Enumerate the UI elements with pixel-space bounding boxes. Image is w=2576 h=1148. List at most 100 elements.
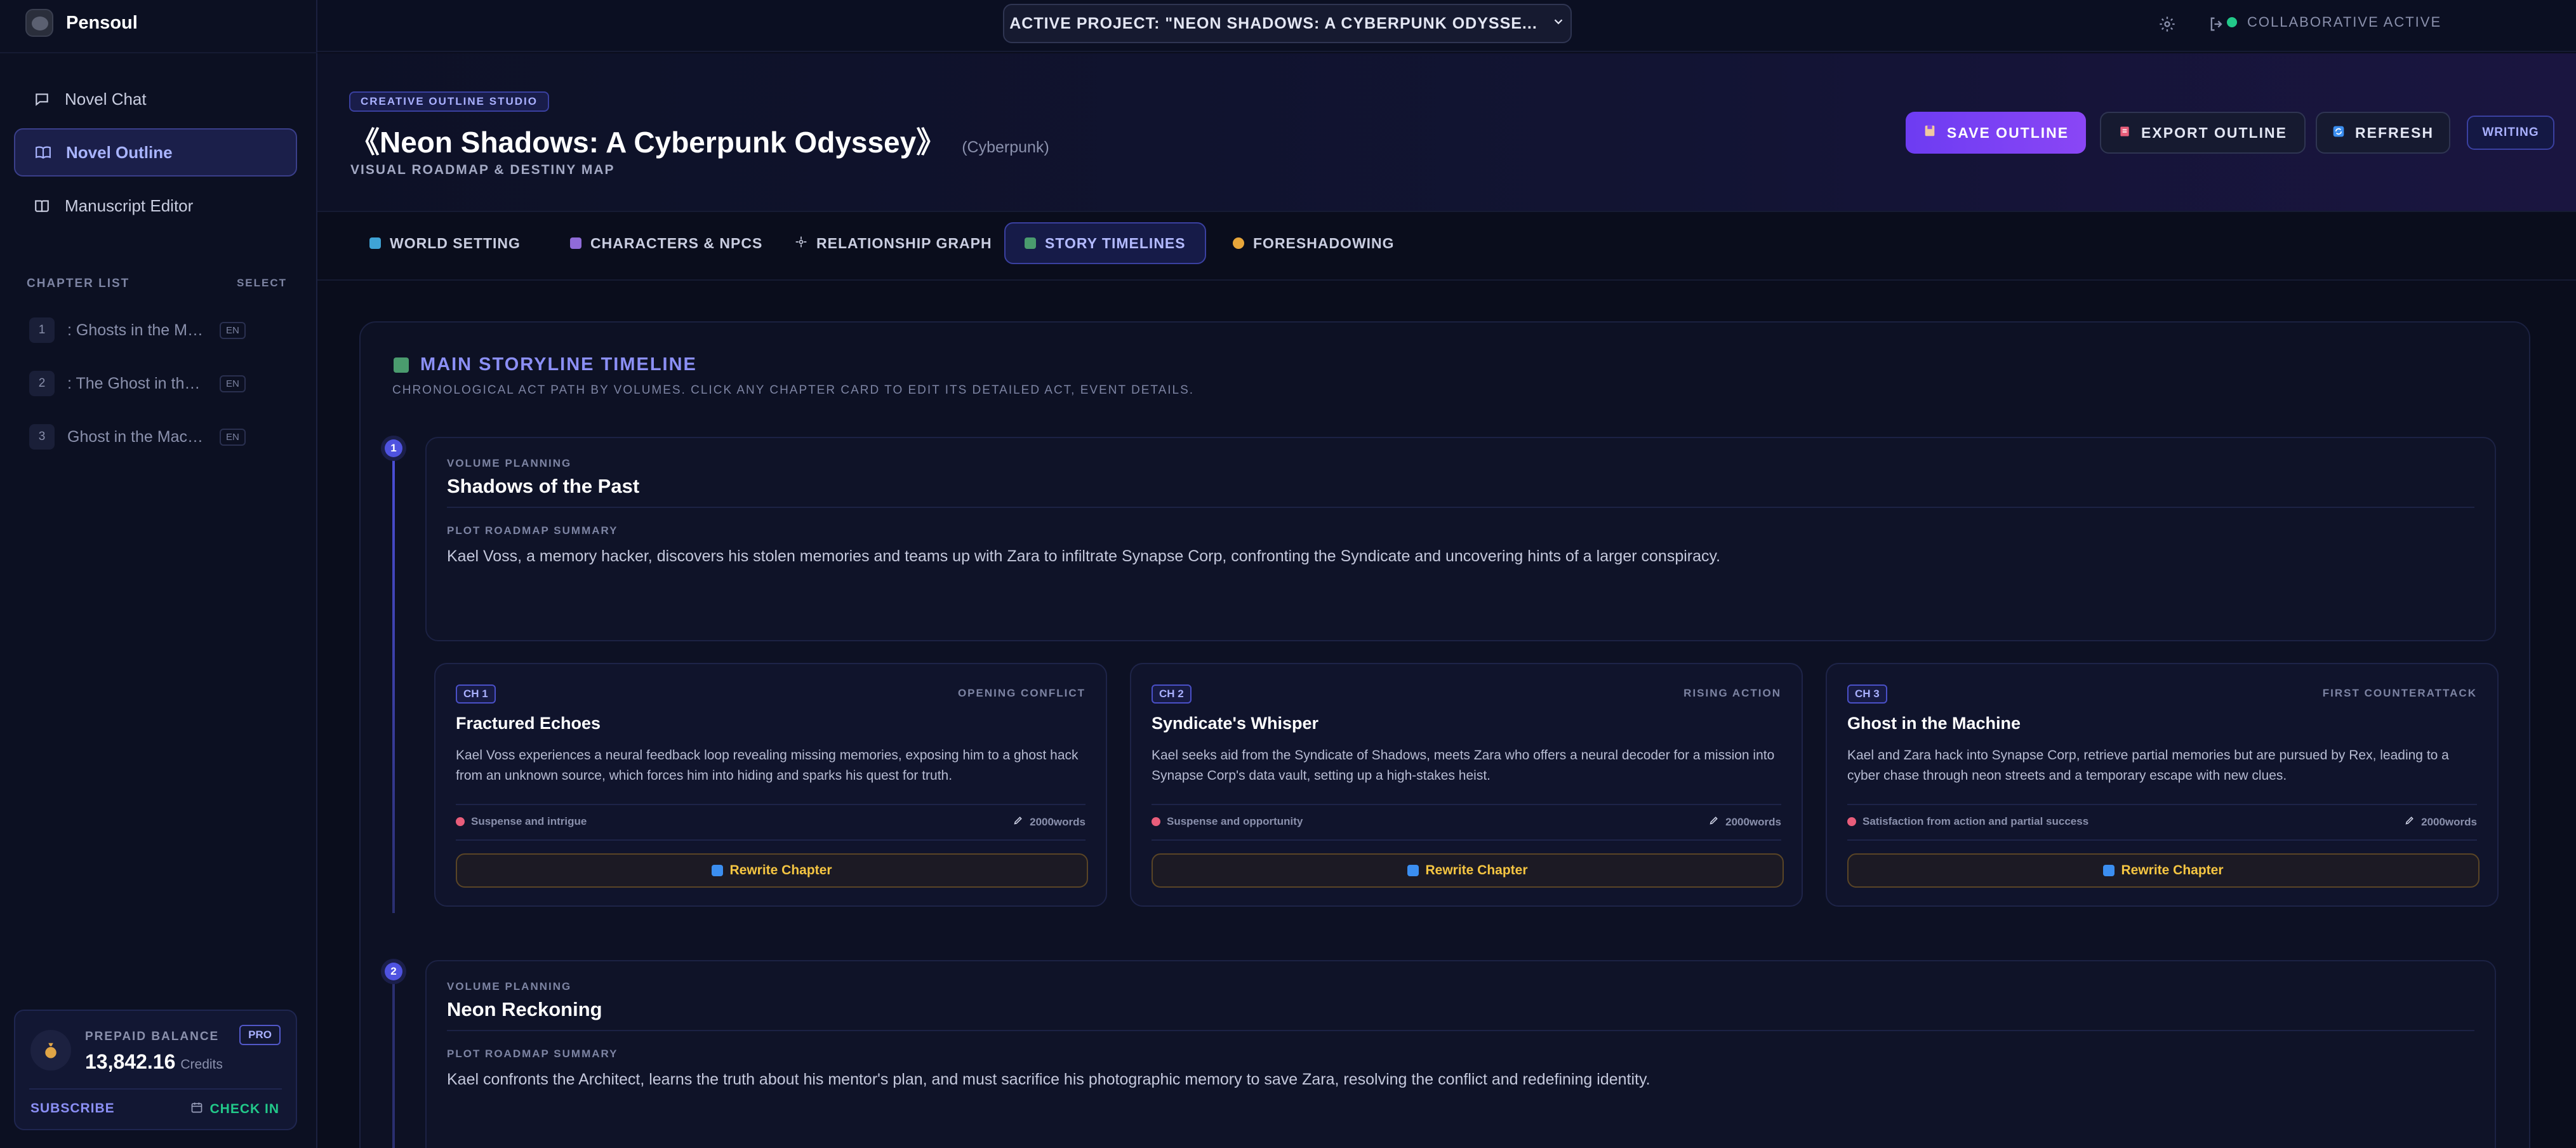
- sidebar: Pensoul Novel Chat Novel Outline Manuscr…: [0, 0, 317, 1148]
- nav-manuscript-editor[interactable]: Manuscript Editor: [14, 182, 297, 230]
- timeline-rail: [392, 450, 395, 913]
- chapter-number: 2: [29, 371, 55, 396]
- export-outline-button[interactable]: EXPORT OUTLINE: [2100, 112, 2306, 154]
- chapter-list-title: CHAPTER LIST: [27, 277, 130, 290]
- summary-label: PLOT ROADMAP SUMMARY: [447, 1048, 618, 1060]
- chapter-card[interactable]: CH 2 RISING ACTION Syndicate's Whisper K…: [1130, 663, 1803, 907]
- chapter-card[interactable]: CH 1 OPENING CONFLICT Fractured Echoes K…: [434, 663, 1107, 907]
- nav-label: Novel Chat: [65, 89, 147, 109]
- tab-label: WORLD SETTING: [390, 234, 521, 251]
- refresh-icon: [2332, 124, 2345, 142]
- balance-unit: Credits: [180, 1057, 223, 1072]
- volume-marker: 1: [385, 439, 402, 457]
- chapter-list-item[interactable]: 2 : The Ghost in the Syndicate EN: [29, 370, 246, 397]
- chapter-stage: RISING ACTION: [1683, 687, 1781, 699]
- nav-novel-chat[interactable]: Novel Chat: [14, 75, 297, 123]
- chapter-stage: OPENING CONFLICT: [957, 687, 1086, 699]
- refresh-label: REFRESH: [2355, 124, 2434, 141]
- collaboration-label: COLLABORATIVE ACTIVE: [2247, 14, 2442, 30]
- chapter-title: Fractured Echoes: [456, 714, 601, 733]
- studio-badge: CREATIVE OUTLINE STUDIO: [349, 91, 549, 112]
- export-icon: [2118, 124, 2131, 142]
- volume-card[interactable]: VOLUME PLANNING Shadows of the Past PLOT…: [425, 437, 2496, 641]
- tab-characters-npcs[interactable]: CHARACTERS & NPCS: [551, 222, 781, 264]
- volume-marker: 2: [385, 963, 402, 980]
- chapter-emotion: Suspense and intrigue: [456, 815, 587, 828]
- world-map-icon: [369, 237, 381, 249]
- logo-icon: [25, 9, 53, 37]
- refresh-button[interactable]: REFRESH: [2316, 112, 2450, 154]
- pencil-icon: [1709, 815, 1719, 829]
- chapter-emotion: Satisfaction from action and partial suc…: [1847, 815, 2088, 828]
- volume-title: Neon Reckoning: [447, 998, 602, 1020]
- chapter-badge: CH 3: [1847, 684, 1887, 704]
- chapter-list-item[interactable]: 3 Ghost in the Machine EN: [29, 423, 246, 451]
- chapter-title: Ghost in the Machine: [1847, 714, 2021, 733]
- divider: [1847, 804, 2477, 805]
- timeline-panel: MAIN STORYLINE TIMELINE CHRONOLOGICAL AC…: [359, 321, 2530, 1148]
- collaboration-status: COLLABORATIVE ACTIVE: [2227, 14, 2441, 30]
- chapter-description: Kael seeks aid from the Syndicate of Sha…: [1152, 748, 1775, 783]
- chapter-word-count: 2000words: [1709, 815, 1781, 829]
- word-count-label: 2000words: [1030, 815, 1086, 828]
- chapter-title: Ghost in the Machine: [67, 427, 207, 446]
- volume-card[interactable]: VOLUME PLANNING Neon Reckoning PLOT ROAD…: [425, 960, 2496, 1148]
- chapter-badge: CH 1: [456, 684, 496, 704]
- check-in-label: CHECK IN: [209, 1102, 279, 1116]
- rewrite-label: Rewrite Chapter: [1425, 863, 1528, 878]
- book-icon: [33, 197, 51, 215]
- volume-label: VOLUME PLANNING: [447, 457, 572, 469]
- chapter-list-item[interactable]: 1 : Ghosts in the Memory Banks EN: [29, 316, 246, 344]
- active-project-selector[interactable]: ACTIVE PROJECT: "NEON SHADOWS: A CYBERPU…: [1003, 4, 1572, 43]
- divider: [456, 804, 1086, 805]
- active-project-label: ACTIVE PROJECT: "NEON SHADOWS: A CYBERPU…: [1009, 14, 1537, 32]
- pro-badge: PRO: [239, 1025, 281, 1045]
- writing-mode-button[interactable]: WRITING: [2467, 116, 2554, 150]
- rewrite-label: Rewrite Chapter: [729, 863, 832, 878]
- timeline-description: CHRONOLOGICAL ACT PATH BY VOLUMES. CLICK…: [392, 384, 1195, 397]
- genre-label: (Cyberpunk): [962, 138, 1049, 156]
- save-outline-label: SAVE OUTLINE: [1946, 124, 2069, 141]
- rewrite-label: Rewrite Chapter: [2121, 863, 2224, 878]
- tab-label: CHARACTERS & NPCS: [590, 234, 763, 251]
- tab-foreshadowing[interactable]: FORESHADOWING: [1214, 222, 1414, 264]
- chevron-down-icon: [1551, 15, 1565, 33]
- gear-icon[interactable]: [2156, 13, 2179, 36]
- tab-story-timelines[interactable]: STORY TIMELINES: [1004, 222, 1206, 264]
- volume-summary: Kael confronts the Architect, learns the…: [447, 1071, 1650, 1088]
- divider: [447, 507, 2474, 508]
- chapter-select-button[interactable]: SELECT: [237, 277, 287, 291]
- tab-world-setting[interactable]: WORLD SETTING: [350, 222, 540, 264]
- subscribe-link[interactable]: SUBSCRIBE: [30, 1101, 115, 1116]
- rewrite-chapter-button[interactable]: Rewrite Chapter: [1152, 853, 1784, 888]
- target-icon: [1847, 817, 1856, 826]
- chapter-card[interactable]: CH 3 FIRST COUNTERATTACK Ghost in the Ma…: [1826, 663, 2499, 907]
- divider: [447, 1030, 2474, 1031]
- check-in-button[interactable]: CHECK IN: [190, 1101, 279, 1118]
- brand[interactable]: Pensoul: [25, 9, 138, 37]
- rewrite-chapter-button[interactable]: Rewrite Chapter: [1847, 853, 2480, 888]
- outline-header: CREATIVE OUTLINE STUDIO 《Neon Shadows: A…: [317, 53, 2576, 212]
- nav-novel-outline[interactable]: Novel Outline: [14, 128, 297, 177]
- page-subtitle: VISUAL ROADMAP & DESTINY MAP: [350, 163, 615, 177]
- money-bag-icon: [30, 1030, 71, 1071]
- language-badge: EN: [220, 375, 246, 392]
- chapter-number: 3: [29, 424, 55, 450]
- logout-icon[interactable]: [2205, 13, 2228, 36]
- emotion-label: Satisfaction from action and partial suc…: [1862, 815, 2089, 827]
- save-outline-button[interactable]: SAVE OUTLINE: [1906, 112, 2086, 154]
- chapter-emotion: Suspense and opportunity: [1152, 815, 1303, 828]
- volume-label: VOLUME PLANNING: [447, 980, 572, 992]
- divider: [0, 52, 317, 53]
- tab-relationship-graph[interactable]: RELATIONSHIP GRAPH: [776, 222, 1011, 264]
- divider: [1847, 839, 2477, 841]
- balance-label: PREPAID BALANCE: [85, 1030, 220, 1043]
- save-icon: [1923, 124, 1937, 142]
- timeline-title-text: MAIN STORYLINE TIMELINE: [420, 354, 697, 375]
- timeline-rail: [392, 983, 395, 1148]
- balance-card: PREPAID BALANCE 13,842.16 Credits PRO SUB…: [14, 1010, 297, 1130]
- chat-bubble-icon: [33, 90, 51, 108]
- rewrite-chapter-button[interactable]: Rewrite Chapter: [456, 853, 1088, 888]
- nav-label: Manuscript Editor: [65, 196, 194, 215]
- tab-bar: WORLD SETTING CHARACTERS & NPCS RELATION…: [317, 213, 2576, 281]
